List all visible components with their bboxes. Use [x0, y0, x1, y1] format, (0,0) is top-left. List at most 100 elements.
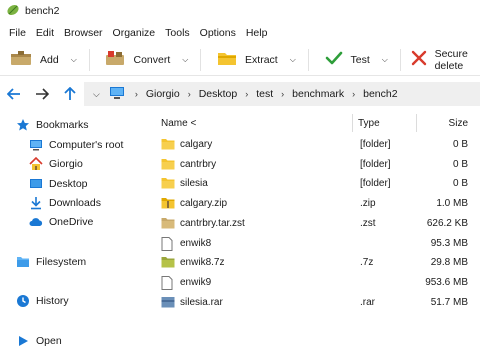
file-row[interactable]: enwik8 95.3 MB: [152, 234, 480, 253]
play-icon: [16, 334, 30, 348]
cloud-icon: [29, 215, 43, 229]
menu-file[interactable]: File: [4, 27, 31, 39]
up-arrow-icon: [64, 87, 76, 100]
file-icon: [161, 275, 175, 290]
add-archive-icon: [10, 50, 32, 69]
menu-bar: File Edit Browser Organize Tools Options…: [0, 23, 480, 43]
sidebar-item-downloads[interactable]: Downloads: [29, 194, 101, 212]
menu-help[interactable]: Help: [241, 27, 273, 39]
sidebar-history[interactable]: History: [16, 292, 69, 310]
file-row[interactable]: cantrbry [folder] 0 B: [152, 155, 480, 174]
address-history-chevron-icon[interactable]: ⌵: [93, 89, 100, 100]
extract-dropdown-chevron-icon[interactable]: ⌵: [290, 55, 296, 65]
column-divider[interactable]: [416, 114, 417, 132]
rar-archive-icon: [161, 296, 175, 308]
zip-archive-icon: [161, 197, 175, 209]
sidebar-item-desktop[interactable]: Desktop: [29, 175, 88, 193]
sidebar-item-label: Giorgio: [49, 158, 83, 170]
secure-delete-button[interactable]: Secure delete: [407, 45, 480, 75]
file-name: calgary.zip: [180, 198, 228, 210]
column-header-type[interactable]: Type: [358, 118, 380, 129]
sidebar-item-label: Downloads: [49, 197, 101, 209]
title-bar: bench2: [0, 0, 480, 22]
file-type: [folder]: [360, 139, 391, 150]
test-button[interactable]: Test ⌵: [315, 45, 394, 75]
add-button[interactable]: Add ⌵: [0, 45, 83, 75]
up-button[interactable]: [59, 83, 81, 105]
convert-label: Convert: [133, 53, 171, 66]
file-row[interactable]: enwik8.7z .7z 29.8 MB: [152, 253, 480, 272]
file-type: [folder]: [360, 158, 391, 170]
back-button[interactable]: [3, 83, 25, 105]
sidebar-filesystem-label: Filesystem: [36, 256, 87, 268]
extract-button[interactable]: Extract ⌵: [207, 45, 302, 75]
menu-browser[interactable]: Browser: [59, 27, 108, 39]
delete-x-icon: [411, 50, 427, 69]
file-type: .zip: [360, 198, 376, 210]
convert-icon: [105, 50, 125, 69]
file-list: Name < Type Size calgary [folder] 0 Bcantr…: [152, 112, 480, 354]
7z-archive-icon: [161, 256, 175, 268]
test-dropdown-chevron-icon[interactable]: ⌵: [382, 55, 388, 65]
menu-options[interactable]: Options: [195, 27, 241, 39]
file-row[interactable]: calgary [folder] 0 B: [152, 135, 480, 154]
secure-delete-label: Secure delete: [434, 47, 468, 72]
sidebar-open[interactable]: Open: [16, 332, 62, 350]
convert-dropdown-chevron-icon[interactable]: ⌵: [182, 55, 188, 65]
file-name: silesia: [180, 178, 208, 190]
back-arrow-icon: [7, 88, 20, 100]
file-size: 51.7 MB: [430, 296, 468, 308]
breadcrumb-separator-icon: ›: [352, 89, 356, 99]
breadcrumb-bench2[interactable]: bench2: [363, 88, 397, 100]
computer-icon: [109, 86, 125, 103]
test-label: Test: [350, 53, 370, 66]
toolbar-divider: [88, 48, 90, 71]
sidebar-filesystem[interactable]: Filesystem: [16, 253, 86, 271]
sidebar-bookmarks[interactable]: Bookmarks: [16, 116, 89, 134]
file-row[interactable]: cantrbry.tar.zst .zst 626.2 KB: [152, 214, 480, 233]
sidebar-item-computers-root[interactable]: Computer's root: [29, 136, 123, 154]
address-bar[interactable]: ⌵ › Giorgio › Desktop › test › benchmark…: [84, 82, 480, 106]
sidebar-item-onedrive[interactable]: OneDrive: [29, 213, 93, 231]
menu-organize[interactable]: Organize: [108, 27, 161, 39]
sidebar-bookmarks-label: Bookmarks: [36, 119, 89, 131]
sidebar-item-label: Desktop: [49, 178, 88, 190]
file-row[interactable]: calgary.zip .zip 1.0 MB: [152, 194, 480, 213]
file-row[interactable]: silesia [folder] 0 B: [152, 174, 480, 193]
window-title: bench2: [25, 5, 60, 17]
file-icon: [161, 236, 175, 251]
file-row[interactable]: silesia.rar .rar 51.7 MB: [152, 293, 480, 312]
convert-button[interactable]: Convert ⌵: [95, 45, 194, 75]
folder-icon: [161, 158, 175, 170]
breadcrumb-giorgio[interactable]: Giorgio: [146, 88, 180, 100]
sidebar-item-giorgio[interactable]: Giorgio: [29, 155, 83, 173]
column-header-name[interactable]: Name <: [161, 118, 196, 129]
breadcrumb-desktop[interactable]: Desktop: [199, 88, 238, 100]
sidebar-item-label: Computer's root: [49, 139, 124, 151]
add-dropdown-chevron-icon[interactable]: ⌵: [71, 55, 77, 65]
breadcrumb-benchmark[interactable]: benchmark: [292, 88, 344, 100]
extract-folder-icon: [217, 50, 237, 69]
column-header-size[interactable]: Size: [449, 118, 468, 129]
toolbar-divider: [307, 48, 309, 71]
desktop-icon: [29, 177, 43, 191]
breadcrumb-separator-icon: ›: [245, 89, 249, 99]
file-name: enwik8.7z: [180, 257, 225, 269]
file-row[interactable]: enwik9 953.6 MB: [152, 273, 480, 292]
file-type: .7z: [360, 257, 374, 269]
extract-label: Extract: [245, 53, 278, 66]
toolbar: Add ⌵ Convert ⌵ Extract ⌵ Test ⌵ Secure …: [0, 44, 480, 76]
history-icon: [16, 294, 30, 308]
column-divider[interactable]: [352, 114, 353, 132]
computer-icon: [29, 138, 43, 152]
sidebar-history-label: History: [36, 295, 69, 307]
file-size: 95.3 MB: [430, 237, 468, 249]
menu-edit[interactable]: Edit: [31, 27, 59, 39]
file-size: 0 B: [452, 178, 468, 190]
folder-icon: [161, 177, 175, 189]
breadcrumb-test[interactable]: test: [256, 88, 273, 100]
download-icon: [29, 196, 43, 210]
file-size: 626.2 KB: [426, 217, 468, 229]
menu-tools[interactable]: Tools: [160, 27, 195, 39]
forward-button[interactable]: [31, 83, 53, 105]
